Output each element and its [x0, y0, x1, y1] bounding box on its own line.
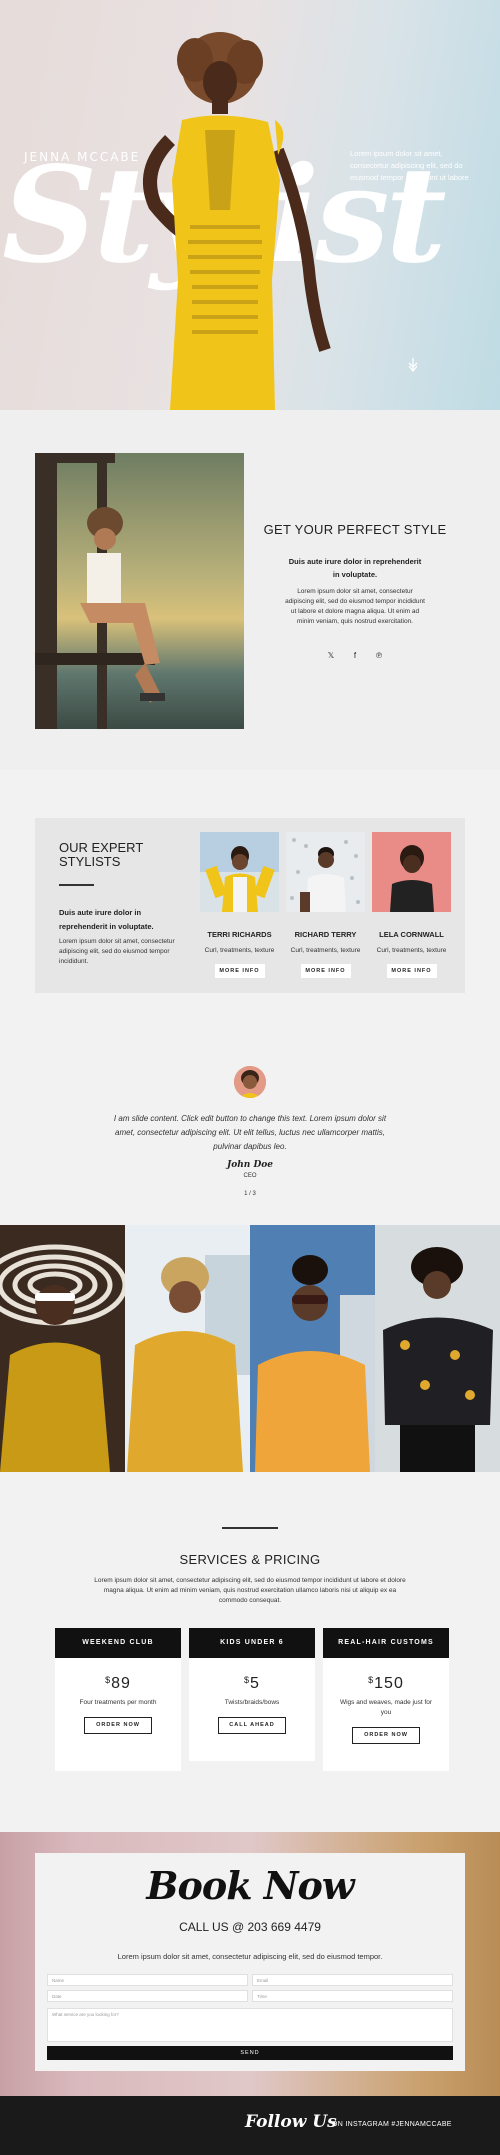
- stylist-desc: Curl, treatments, texture: [376, 947, 447, 954]
- booking-text: Lorem ipsum dolor sit amet, consectetur …: [117, 1952, 383, 1961]
- booking-title: Book Now: [146, 1863, 354, 1908]
- stylist-card: RICHARD TERRY Curl, treatments, texture …: [286, 832, 365, 978]
- stylist-desc: Curl, treatments, texture: [290, 947, 361, 954]
- arrow-down-icon[interactable]: [406, 357, 420, 373]
- testimonial-role: CEO: [243, 1173, 257, 1179]
- stylist-photo: [286, 832, 365, 912]
- divider: [59, 884, 94, 886]
- more-info-button[interactable]: MORE INFO: [386, 964, 437, 978]
- hero-tagline: Lorem ipsum dolor sit amet, consectetur …: [350, 149, 469, 182]
- stylist-name: RICHARD TERRY: [294, 930, 357, 939]
- pricing-card-header: KIDS UNDER 6: [189, 1628, 315, 1658]
- email-field[interactable]: Email: [252, 1974, 453, 1986]
- facebook-icon[interactable]: f: [349, 651, 361, 660]
- call-ahead-button[interactable]: CALL AHEAD: [218, 1716, 286, 1734]
- instagram-link[interactable]: ON INSTAGRAM #JENNAMCCABE: [332, 2121, 452, 2128]
- hero-name: JENNA MCCABE: [24, 150, 141, 164]
- send-button[interactable]: SEND: [47, 2046, 453, 2060]
- stylist-photo: [200, 832, 279, 912]
- stylist-sitting-image: [35, 453, 244, 729]
- expert-stylists-section: OUR EXPERT STYLISTS Duis aute irure dolo…: [35, 818, 465, 993]
- page: { "hero": { "name": "JENNA MCCABE", "scr…: [0, 0, 500, 2155]
- pricing-card-price: $5: [244, 1675, 260, 1692]
- gallery-image: [250, 1225, 375, 1472]
- services-title: SERVICES & PRICING: [179, 1552, 321, 1567]
- pricing-card-header: WEEKEND CLUB: [55, 1628, 181, 1658]
- hero-model-image: [143, 32, 331, 410]
- perfect-style-section: GET YOUR PERFECT STYLE Duis aute irure d…: [0, 410, 500, 770]
- stylist-desc: Curl, treatments, texture: [204, 947, 275, 954]
- social-links: 𝕏 f ℗: [325, 651, 385, 660]
- stylist-card: LELA CORNWALL Curl, treatments, texture …: [372, 832, 451, 978]
- order-now-button[interactable]: ORDER NOW: [352, 1726, 420, 1744]
- gallery-strip: [0, 1225, 500, 1472]
- pricing-card-desc: Wigs and weaves, made just for you: [339, 1699, 433, 1716]
- pinterest-icon[interactable]: ℗: [373, 651, 385, 660]
- gallery-image: [125, 1225, 250, 1472]
- order-now-button[interactable]: ORDER NOW: [84, 1716, 152, 1734]
- twitter-icon[interactable]: 𝕏: [325, 651, 337, 660]
- pricing-card-desc: Twists/braids/bows: [224, 1699, 280, 1706]
- pricing-card-desc: Four treatments per month: [79, 1699, 157, 1706]
- stylist-card: TERRI RICHARDS Curl, treatments, texture…: [200, 832, 279, 978]
- divider: [222, 1527, 278, 1529]
- pricing-card-price: $150: [368, 1675, 404, 1692]
- expert-lead: Duis aute irure dolor in reprehenderit i…: [59, 908, 154, 931]
- more-info-button[interactable]: MORE INFO: [214, 964, 265, 978]
- time-field[interactable]: Time: [252, 1990, 453, 2002]
- slide-counter[interactable]: 1 / 3: [225, 1191, 275, 1197]
- message-field[interactable]: What service are you looking for?: [47, 2008, 453, 2042]
- testimonial-signature: John Doe: [226, 1160, 273, 1170]
- hero-section: Stylist JENNA MCCABE Lorem ipsum dolor s…: [0, 0, 500, 410]
- gallery-image: [375, 1225, 500, 1472]
- date-field[interactable]: Date: [47, 1990, 248, 2002]
- expert-title: OUR EXPERT STYLISTS: [59, 840, 144, 869]
- avatar: [234, 1066, 266, 1098]
- pricing-card-header: REAL-HAIR CUSTOMS: [323, 1628, 449, 1658]
- expert-body: Lorem ipsum dolor sit amet, consectetur …: [59, 938, 175, 965]
- stylist-name: LELA CORNWALL: [379, 930, 444, 939]
- pricing-card: REAL-HAIR CUSTOMS $150 Wigs and weaves, …: [323, 1628, 449, 1771]
- perfect-style-body: Lorem ipsum dolor sit amet, consectetur …: [285, 588, 425, 626]
- stylist-photo: [372, 832, 451, 912]
- follow-us-title: Follow Us: [245, 2112, 337, 2132]
- pricing-card-price: $89: [105, 1675, 131, 1692]
- name-field[interactable]: Name: [47, 1974, 248, 1986]
- booking-phone: CALL US @ 203 669 4479: [179, 1920, 321, 1934]
- pricing-card: KIDS UNDER 6 $5 Twists/braids/bows CALL …: [189, 1628, 315, 1761]
- gallery-image: [0, 1225, 125, 1472]
- services-text: Lorem ipsum dolor sit amet, consectetur …: [94, 1577, 406, 1604]
- testimonial-quote: I am slide content. Click edit button to…: [113, 1114, 387, 1151]
- perfect-style-title: GET YOUR PERFECT STYLE: [263, 522, 447, 537]
- perfect-style-lead: Duis aute irure dolor in reprehenderit i…: [288, 557, 422, 579]
- booking-form: Book Now CALL US @ 203 669 4479 Lorem ip…: [35, 1853, 465, 2071]
- more-info-button[interactable]: MORE INFO: [300, 964, 351, 978]
- footer: Follow Us ON INSTAGRAM #JENNAMCCABE: [0, 2096, 500, 2155]
- pricing-card: WEEKEND CLUB $89 Four treatments per mon…: [55, 1628, 181, 1771]
- stylist-name: TERRI RICHARDS: [207, 930, 272, 939]
